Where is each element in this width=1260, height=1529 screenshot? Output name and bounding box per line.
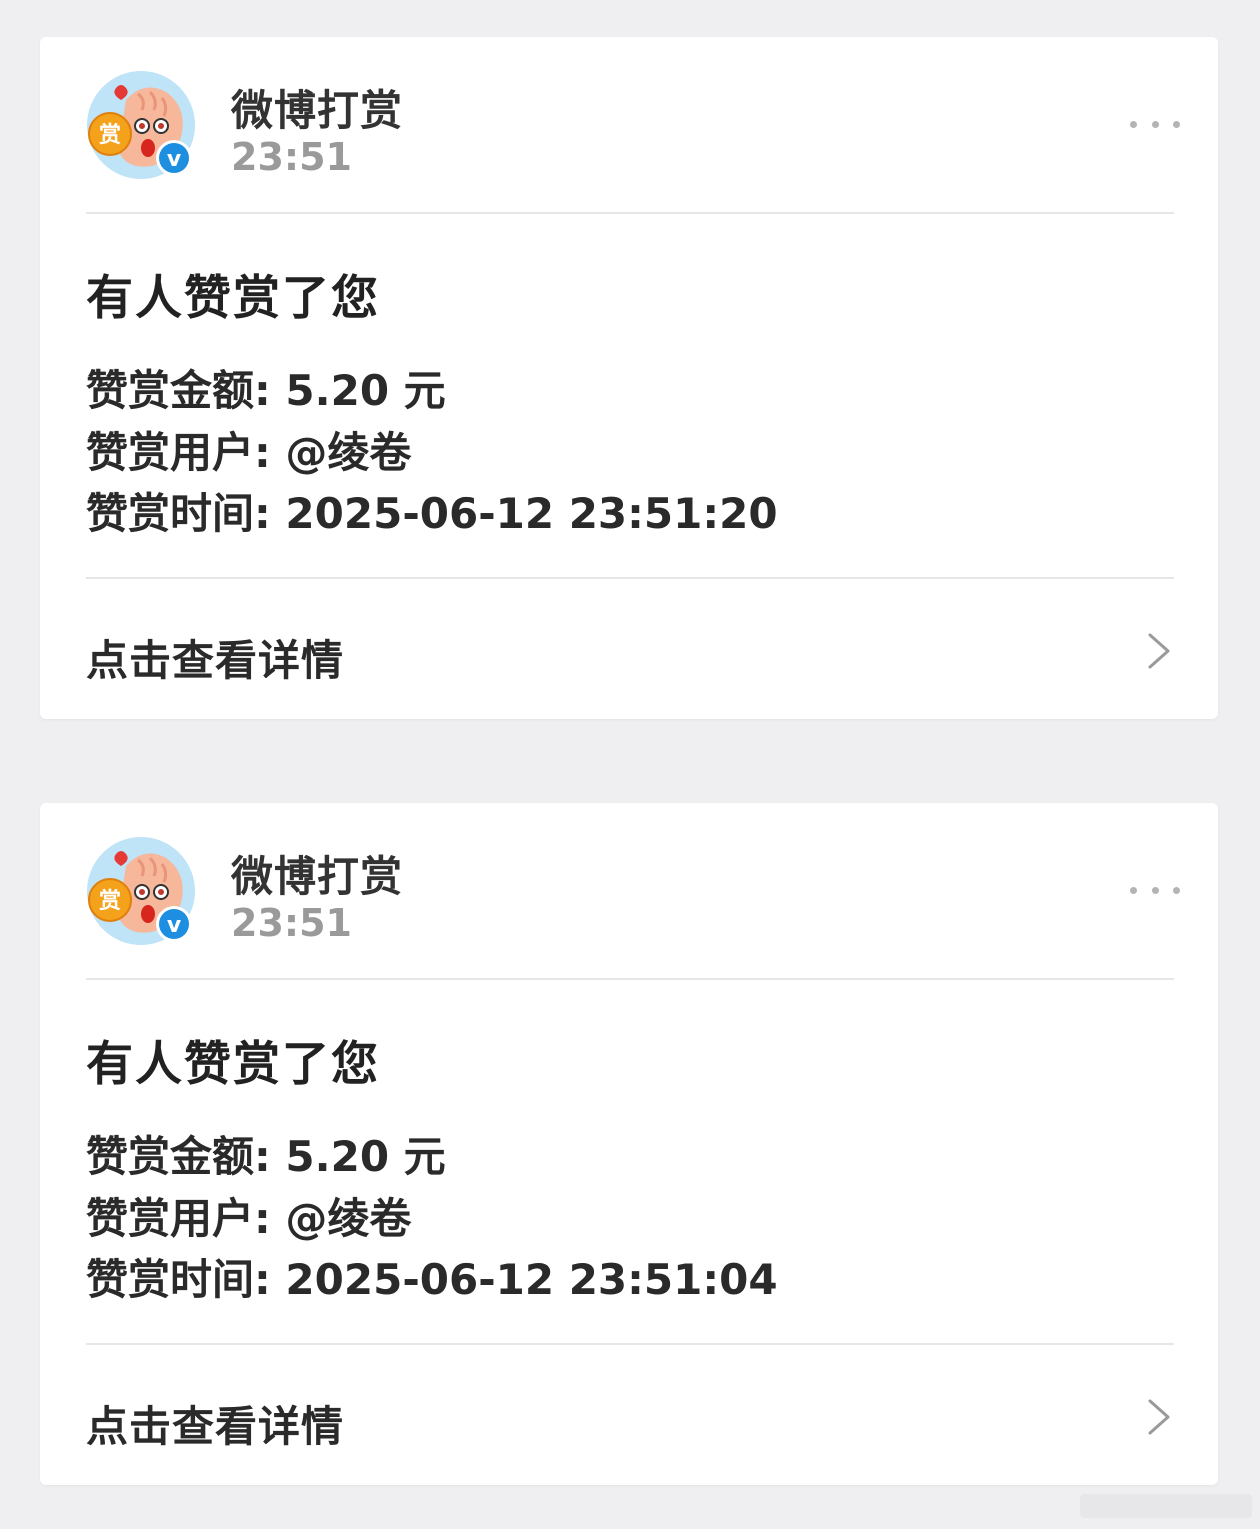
verified-badge-icon: v bbox=[167, 913, 182, 938]
sender-time: 23:51 bbox=[231, 901, 352, 945]
reward-user: 赞赏用户: @绫卷 bbox=[86, 1194, 412, 1243]
avatar-badge-text: 赏 bbox=[99, 123, 121, 148]
notification-card: 赏 v 微博打赏 23:51 有人赞赏了您 赞赏金额: 5.20 元 赞赏用户:… bbox=[40, 803, 1218, 1485]
chevron-right-icon bbox=[1148, 1399, 1170, 1435]
watermark-image bbox=[1080, 1494, 1252, 1518]
message-title: 有人赞赏了您 bbox=[86, 1037, 380, 1092]
sender-name: 微博打赏 bbox=[231, 852, 404, 901]
view-details-link[interactable]: 点击查看详情 bbox=[40, 1345, 1218, 1485]
reward-mascot-avatar-icon: 赏 v bbox=[87, 837, 195, 945]
more-dots-icon bbox=[1130, 886, 1137, 894]
chevron-right-icon bbox=[1148, 633, 1170, 669]
sender-avatar[interactable]: 赏 v bbox=[86, 70, 196, 180]
more-options-button[interactable] bbox=[1130, 875, 1180, 905]
verified-badge-icon: v bbox=[167, 147, 182, 172]
view-details-link[interactable]: 点击查看详情 bbox=[40, 579, 1218, 719]
reward-mascot-avatar-icon: 赏 v bbox=[87, 71, 195, 179]
reward-amount: 赞赏金额: 5.20 元 bbox=[86, 1132, 446, 1181]
sender-time: 23:51 bbox=[231, 135, 352, 179]
more-options-button[interactable] bbox=[1130, 109, 1180, 139]
more-dots-icon bbox=[1130, 120, 1137, 128]
reward-time: 赞赏时间: 2025-06-12 23:51:20 bbox=[86, 489, 778, 538]
reward-user: 赞赏用户: @绫卷 bbox=[86, 428, 412, 477]
avatar-badge-text: 赏 bbox=[99, 889, 121, 914]
header-divider bbox=[86, 978, 1174, 980]
view-details-label: 点击查看详情 bbox=[86, 636, 345, 685]
reward-time: 赞赏时间: 2025-06-12 23:51:04 bbox=[86, 1255, 778, 1304]
view-details-label: 点击查看详情 bbox=[86, 1402, 345, 1451]
sender-name: 微博打赏 bbox=[231, 86, 404, 135]
notification-card: 赏 v 微博打赏 23:51 有人赞赏了您 赞赏金额: 5.20 元 赞赏用户:… bbox=[40, 37, 1218, 719]
header-divider bbox=[86, 212, 1174, 214]
reward-amount: 赞赏金额: 5.20 元 bbox=[86, 366, 446, 415]
sender-avatar[interactable]: 赏 v bbox=[86, 836, 196, 946]
message-title: 有人赞赏了您 bbox=[86, 271, 380, 326]
